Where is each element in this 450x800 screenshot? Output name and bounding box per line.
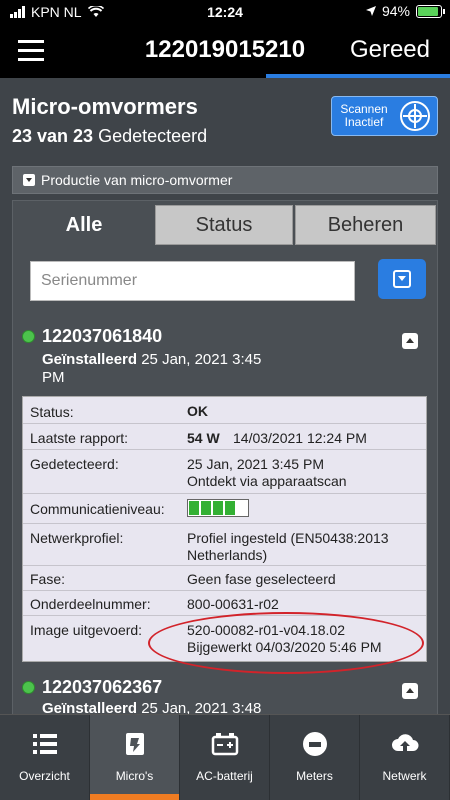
device-serial[interactable]: 122037062367 xyxy=(42,677,162,698)
detected-label: Gedetecteerd: xyxy=(30,456,119,472)
scan-button[interactable]: Scannen Inactief xyxy=(331,96,438,136)
part-value: 800-00631-r02 xyxy=(187,596,279,612)
nav-network-label: Netwerk xyxy=(382,769,427,783)
comm-level-indicator xyxy=(187,499,249,519)
comm-label: Communicatieniveau: xyxy=(30,501,165,517)
device-serial[interactable]: 122037061840 xyxy=(42,326,162,347)
serial-search-input[interactable]: Serienummer xyxy=(30,261,355,301)
location-icon xyxy=(365,6,376,16)
chevron-down-icon xyxy=(23,174,35,186)
installed-time-suffix: PM xyxy=(42,369,65,386)
collapse-icon[interactable] xyxy=(402,333,418,349)
nav-micros-label: Micro's xyxy=(115,769,154,783)
status-value: OK xyxy=(187,403,208,419)
status-ok-dot xyxy=(22,681,35,694)
bottom-nav: Overzicht Micro's AC-batterij Meters Net… xyxy=(0,714,450,800)
header-accent-bar xyxy=(266,74,450,78)
detail-row-network: Netwerkprofiel: Profiel ingesteld (EN504… xyxy=(23,523,426,565)
part-label: Onderdeelnummer: xyxy=(30,596,151,612)
detected-count-label: Gedetecteerd xyxy=(98,126,208,146)
production-label: Productie van micro-omvormer xyxy=(41,172,233,188)
last-report-time: 14/03/2021 12:24 PM xyxy=(233,430,367,446)
nav-meters-label: Meters xyxy=(296,769,333,783)
detail-row-phase: Fase: Geen fase geselecteerd xyxy=(23,565,426,590)
highlight-oval xyxy=(148,612,424,674)
network-profile-line2: Netherlands) xyxy=(187,547,268,563)
battery-percent: 94% xyxy=(381,3,410,19)
phase-value: Geen fase geselecteerd xyxy=(187,571,336,587)
status-label: Status: xyxy=(30,404,74,420)
network-profile-line1: Profiel ingesteld (EN50438:2013 xyxy=(187,530,389,546)
cloud-upload-icon xyxy=(391,734,418,751)
detail-row-detected: Gedetecteerd: 25 Jan, 2021 3:45 PM Ontde… xyxy=(23,449,426,493)
production-toggle[interactable]: Productie van micro-omvormer xyxy=(12,166,438,194)
last-report-power: 54 W xyxy=(187,430,220,446)
collapse-icon[interactable] xyxy=(402,683,418,699)
status-right: 94% xyxy=(365,3,445,19)
image-label: Image uitgevoerd: xyxy=(30,622,143,638)
installed-date: 25 Jan, 2021 3:45 xyxy=(141,351,262,368)
battery-icon xyxy=(211,733,238,756)
battery-icon xyxy=(416,4,445,18)
list-icon xyxy=(32,734,57,754)
tab-status[interactable]: Status xyxy=(155,205,293,245)
scan-button-label: Scannen Inactief xyxy=(340,102,388,129)
status-ok-dot xyxy=(22,330,35,343)
status-bar: KPN NL 12:24 94% xyxy=(0,0,450,24)
detected-count-number: 23 van 23 xyxy=(12,126,94,146)
detail-row-part: Onderdeelnummer: 800-00631-r02 xyxy=(23,590,426,615)
nav-meters[interactable]: Meters xyxy=(270,715,360,800)
meter-icon xyxy=(302,732,327,756)
app-header: 122019015210 Gereed xyxy=(0,24,450,78)
nav-overview[interactable]: Overzicht xyxy=(0,715,90,800)
detected-date: 25 Jan, 2021 3:45 PM xyxy=(187,456,324,472)
nav-network[interactable]: Netwerk xyxy=(360,715,450,800)
detected-method: Ontdekt via apparaatscan xyxy=(187,473,347,489)
serial-search-placeholder: Serienummer xyxy=(41,272,138,289)
filter-icon xyxy=(393,270,411,288)
tab-all[interactable]: Alle xyxy=(14,205,154,245)
micro-inverter-icon xyxy=(125,733,144,755)
signal-bars-icon xyxy=(187,499,249,517)
section-title: Micro-omvormers xyxy=(12,94,198,119)
nav-ac-battery-label: AC-batterij xyxy=(196,769,253,783)
last-report-label: Laatste rapport: xyxy=(30,430,129,446)
done-button[interactable]: Gereed xyxy=(350,36,430,64)
filter-button[interactable] xyxy=(378,259,426,299)
detail-row-last-report: Laatste rapport: 54 W 14/03/2021 12:24 P… xyxy=(23,423,426,448)
nav-micros[interactable]: Micro's xyxy=(90,715,180,800)
installed-label: Geïnstalleerd xyxy=(42,351,138,368)
nav-overview-label: Overzicht xyxy=(19,769,70,783)
detail-row-comm: Communicatieniveau: xyxy=(23,493,426,523)
phase-label: Fase: xyxy=(30,571,66,587)
nav-ac-battery[interactable]: AC-batterij xyxy=(180,715,270,800)
detected-count: 23 van 23 Gedetecteerd xyxy=(12,126,207,147)
tab-manage[interactable]: Beheren xyxy=(295,205,436,245)
detail-row-status: Status: OK xyxy=(23,397,426,422)
device-installed: Geïnstalleerd 25 Jan, 2021 3:45 PM xyxy=(42,351,261,387)
crosshair-icon xyxy=(400,101,430,131)
network-label: Netwerkprofiel: xyxy=(30,530,124,546)
